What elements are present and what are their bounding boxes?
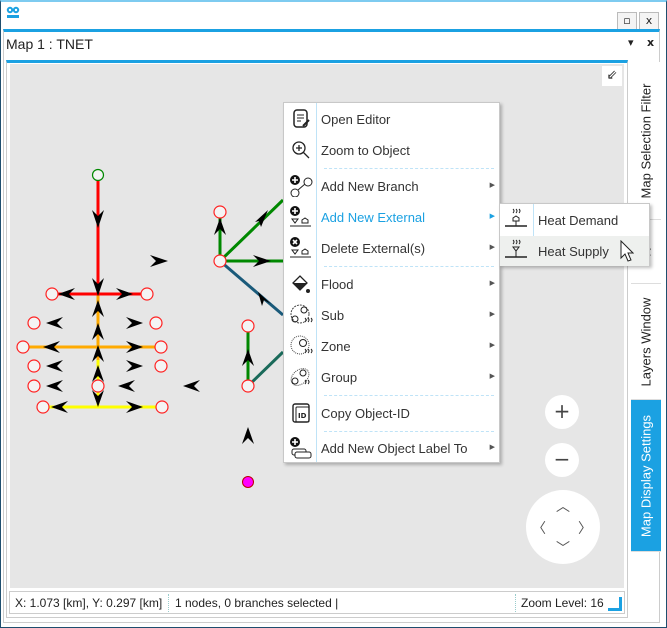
menu-item-copy-object-id[interactable]: ID Copy Object-ID <box>284 399 499 427</box>
arrow-down-left-icon: ⇙ <box>606 68 618 83</box>
pipe <box>219 259 284 317</box>
menu-item-delete-externals[interactable]: Delete External(s) ▶ <box>284 234 499 262</box>
zoom-level: Zoom Level: 16 <box>521 596 604 610</box>
pan-left-icon[interactable]: 〈 <box>532 518 546 538</box>
pipe <box>246 350 285 388</box>
heat-supply-icon <box>505 239 527 258</box>
id-icon: ID <box>292 403 310 423</box>
pan-control[interactable]: ︿ ﹀ 〈 〉 <box>526 490 600 564</box>
pipe <box>218 198 285 263</box>
delete-external-icon <box>290 237 311 258</box>
cursor-coordinates: X: 1.073 [km], Y: 0.297 [km] <box>15 596 163 610</box>
editor-icon <box>293 109 310 128</box>
close-window-button[interactable]: x <box>639 12 659 30</box>
app-logo-icon <box>6 6 20 18</box>
resize-grip[interactable] <box>608 597 622 611</box>
menu-item-open-editor[interactable]: Open Editor <box>284 105 499 133</box>
source-node <box>91 168 105 182</box>
status-bar: X: 1.073 [km], Y: 0.297 [km] 1 nodes, 0 … <box>9 591 625 614</box>
selected-node <box>242 476 254 488</box>
document-close-button[interactable]: x <box>647 36 654 49</box>
menu-item-add-new-branch[interactable]: Add New Branch ▶ <box>284 172 499 200</box>
restore-icon: ▫ <box>623 14 631 27</box>
document-menu-dropdown[interactable]: ▾ <box>628 36 634 49</box>
document-title: Map 1 : TNET <box>6 36 93 52</box>
pan-down-icon[interactable]: ﹀ <box>556 538 570 558</box>
close-icon: x <box>645 14 653 27</box>
zoom-in-button[interactable]: + <box>545 395 579 429</box>
zoom-in-icon <box>292 141 310 159</box>
context-menu: Open Editor Zoom to Object Add New Branc… <box>283 102 500 463</box>
zone-icon <box>290 335 313 355</box>
menu-item-flood[interactable]: Flood ▶ <box>284 270 499 298</box>
add-external-icon <box>290 206 311 227</box>
network-nodes <box>16 205 255 414</box>
zoom-out-button[interactable]: − <box>545 443 579 477</box>
svg-text:ID: ID <box>298 412 307 420</box>
heat-demand-icon <box>505 208 527 227</box>
tab-map-display-settings[interactable]: Map Display Settings <box>631 400 661 552</box>
group-icon <box>290 368 310 386</box>
add-label-icon <box>290 437 312 459</box>
maximize-button[interactable]: ▫ <box>617 12 637 30</box>
side-tabs: Map Selection Filter N Layers Window Map… <box>631 62 661 552</box>
selection-status: 1 nodes, 0 branches selected | <box>175 596 339 610</box>
flood-fill-icon <box>292 275 310 293</box>
pan-right-icon[interactable]: 〉 <box>578 518 592 538</box>
menu-item-add-new-external[interactable]: Add New External ▶ <box>284 203 499 231</box>
pan-up-icon[interactable]: ︿ <box>556 496 570 516</box>
menu-item-zone[interactable]: Zone ▶ <box>284 332 499 360</box>
tab-map-selection-filter[interactable]: Map Selection Filter <box>631 62 661 220</box>
menu-item-add-new-object-label[interactable]: Add New Object Label To ▶ <box>284 434 499 462</box>
add-branch-icon <box>290 175 313 197</box>
menu-item-heat-demand[interactable]: Heat Demand <box>500 205 649 235</box>
mouse-cursor-icon <box>620 240 634 262</box>
tab-layers-window[interactable]: Layers Window <box>631 284 661 400</box>
collapse-panel-button[interactable]: ⇙ <box>602 66 622 86</box>
menu-item-group[interactable]: Group ▶ <box>284 363 499 391</box>
menu-item-sub[interactable]: Sub ▶ <box>284 301 499 329</box>
menu-item-zoom-to-object[interactable]: Zoom to Object <box>284 136 499 164</box>
sub-icon <box>290 304 313 324</box>
